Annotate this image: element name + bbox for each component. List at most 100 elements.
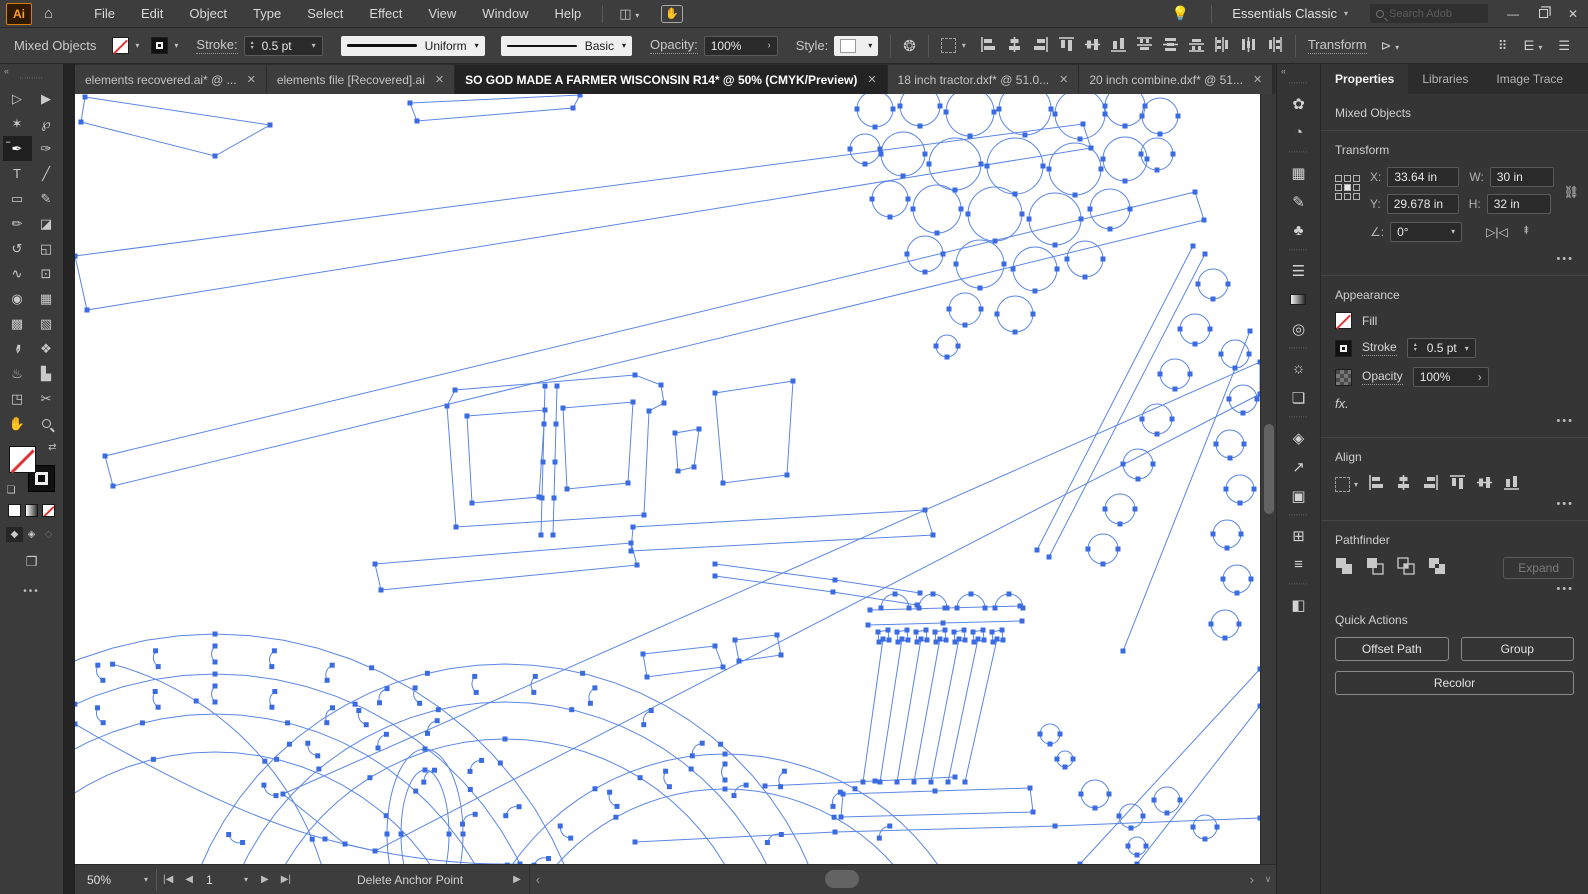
align-left-icon[interactable] bbox=[980, 36, 997, 56]
align-top-icon[interactable] bbox=[1449, 474, 1466, 494]
document-tab-3[interactable]: 18 inch tractor.dxf* @ 51.0...✕ bbox=[888, 65, 1080, 94]
menu-window[interactable]: Window bbox=[469, 1, 541, 26]
scroll-down-icon[interactable]: ∨ bbox=[1260, 874, 1276, 885]
appearance-fill-swatch[interactable] bbox=[1335, 312, 1352, 329]
snap-options-icon[interactable]: ⊳ ▾ bbox=[1373, 38, 1408, 54]
magic-wand-tool[interactable]: ✶ bbox=[3, 111, 32, 136]
horizontal-scroll-track[interactable] bbox=[546, 865, 1244, 894]
zoom-level-dropdown[interactable]: 50% ▾ bbox=[79, 869, 157, 891]
none-button[interactable] bbox=[42, 504, 55, 517]
align-to-selection-icon[interactable] bbox=[941, 38, 956, 53]
minimize-button[interactable]: — bbox=[1498, 0, 1528, 27]
fill-color-swatch[interactable] bbox=[9, 446, 36, 473]
transparency-icon[interactable]: ◎ bbox=[1289, 314, 1308, 343]
shaper-tool[interactable]: ✏ bbox=[3, 211, 32, 236]
panel-arrow-icon[interactable]: › bbox=[1478, 370, 1482, 384]
align-bottom-icon[interactable] bbox=[1110, 36, 1127, 56]
slice-tool[interactable]: ✂ bbox=[32, 386, 61, 411]
stepper-icon[interactable]: ▴▾ bbox=[1414, 343, 1419, 353]
distribute-vertical-center-icon[interactable] bbox=[1162, 36, 1179, 56]
default-fill-stroke-icon[interactable]: ❏ bbox=[7, 485, 16, 496]
opacity-field[interactable]: 100% › bbox=[704, 36, 778, 56]
panel-group-grip[interactable]: '''''''' bbox=[1289, 515, 1308, 521]
curvature-tool[interactable]: ✑ bbox=[32, 136, 61, 161]
status-display[interactable]: Delete Anchor Point bbox=[357, 873, 463, 887]
width-tool[interactable]: ∿ bbox=[3, 261, 32, 286]
status-menu-arrow-icon[interactable]: ▶ bbox=[513, 874, 521, 885]
align-more-options-icon[interactable]: ••• bbox=[1335, 498, 1574, 510]
width-profile-dropdown[interactable]: Uniform ▾ bbox=[341, 36, 485, 56]
appearance-stroke-weight-field[interactable]: ▴▾ 0.5 pt ▾ bbox=[1407, 338, 1476, 358]
pathfinder-exclude-icon[interactable] bbox=[1428, 557, 1447, 579]
stepper-icon[interactable]: ▴▾ bbox=[251, 41, 256, 51]
symbol-sprayer-tool[interactable]: ♨ bbox=[3, 361, 32, 386]
color-panel-icon[interactable]: ✿ bbox=[1289, 89, 1308, 118]
menu-view[interactable]: View bbox=[415, 1, 469, 26]
flip-horizontal-icon[interactable]: ▷|◁ bbox=[1486, 225, 1508, 239]
distribute-horizontal-center-icon[interactable] bbox=[1240, 36, 1257, 56]
free-transform-tool[interactable]: ⊡ bbox=[32, 261, 61, 286]
group-button[interactable]: Group bbox=[1461, 637, 1575, 661]
chevron-down-icon[interactable]: ▾ bbox=[312, 41, 316, 50]
pen-tool[interactable]: ✒− bbox=[3, 136, 32, 161]
graphic-styles-icon[interactable]: ❏ bbox=[1289, 383, 1308, 412]
color-button[interactable] bbox=[8, 504, 21, 517]
align-right-icon[interactable] bbox=[1032, 36, 1049, 56]
line-segment-tool[interactable]: ╱ bbox=[32, 161, 61, 186]
draw-normal-button[interactable]: ◆ bbox=[6, 527, 23, 542]
stroke-label[interactable]: Stroke bbox=[1362, 340, 1397, 356]
close-tab-icon[interactable]: ✕ bbox=[1059, 73, 1068, 86]
menu-object[interactable]: Object bbox=[176, 1, 240, 26]
mesh-tool[interactable]: ▩ bbox=[3, 311, 32, 336]
align-bottom-icon[interactable] bbox=[1503, 474, 1520, 494]
w-field[interactable]: 30 in bbox=[1490, 167, 1554, 187]
transform-link[interactable]: Transform bbox=[1308, 37, 1367, 54]
asset-export-icon[interactable]: ↗ bbox=[1289, 452, 1308, 481]
close-tab-icon[interactable]: ✕ bbox=[247, 73, 256, 86]
panel-group-grip[interactable]: '''''''' bbox=[1289, 348, 1308, 354]
snap-to-pixel-icon[interactable]: ⋿ ▾ bbox=[1523, 38, 1542, 54]
discover-lightbulb-icon[interactable]: 💡 bbox=[1158, 5, 1203, 22]
offset-path-button[interactable]: Offset Path bbox=[1335, 637, 1449, 661]
share-screen-icon[interactable]: ✋ bbox=[661, 5, 683, 23]
gradient-panel-icon[interactable] bbox=[1289, 285, 1308, 314]
first-artboard-icon[interactable]: |◀ bbox=[157, 874, 179, 885]
rotation-field[interactable]: 0° ▾ bbox=[1390, 222, 1462, 242]
close-tab-icon[interactable]: ✕ bbox=[435, 73, 444, 86]
toolbar-grip[interactable]: '''''''''' bbox=[20, 78, 43, 83]
appearance-opacity-field[interactable]: 100% › bbox=[1413, 367, 1489, 387]
hand-tool[interactable]: ✋ bbox=[3, 411, 32, 436]
home-icon[interactable]: ⌂ bbox=[44, 5, 53, 22]
shape-builder-tool[interactable]: ◉ bbox=[3, 286, 32, 311]
horizontal-scrollbar[interactable]: ‹ › ∨ bbox=[529, 865, 1276, 894]
scroll-right-icon[interactable]: › bbox=[1244, 872, 1260, 887]
align-panel-icon[interactable]: ≡ bbox=[1289, 550, 1308, 579]
appearance-stroke-swatch[interactable] bbox=[1335, 340, 1352, 357]
artboards-icon[interactable]: ▣ bbox=[1289, 481, 1308, 510]
paintbrush-tool[interactable]: ✎ bbox=[32, 186, 61, 211]
artboard-canvas[interactable] bbox=[75, 94, 1260, 864]
pathfinder-intersect-icon[interactable] bbox=[1397, 557, 1416, 579]
vertical-scrollbar-thumb[interactable] bbox=[1264, 424, 1274, 514]
eyedropper-tool[interactable]: ✒ bbox=[3, 336, 32, 361]
distribute-bottom-icon[interactable] bbox=[1188, 36, 1205, 56]
chevron-down-icon[interactable]: ▾ bbox=[1465, 344, 1469, 353]
control-menu-icon[interactable]: ☰ bbox=[1558, 38, 1570, 54]
rotate-tool[interactable]: ↺ bbox=[3, 236, 32, 261]
expand-panels-icon[interactable]: « bbox=[1277, 64, 1290, 78]
document-tab-0[interactable]: elements recovered.ai* @ ...✕ bbox=[75, 65, 267, 94]
close-tab-icon[interactable]: ✕ bbox=[1253, 73, 1262, 86]
menu-type[interactable]: Type bbox=[240, 1, 294, 26]
screen-mode-button[interactable]: ❐ bbox=[26, 554, 38, 570]
perspective-grid-tool[interactable]: ▦ bbox=[32, 286, 61, 311]
pathfinder-minus-front-icon[interactable] bbox=[1366, 557, 1385, 579]
fill-swatch[interactable] bbox=[112, 37, 129, 54]
appearance-opacity-swatch[interactable] bbox=[1335, 369, 1352, 386]
column-graph-tool[interactable]: ▙ bbox=[32, 361, 61, 386]
panel-group-grip[interactable]: '''''''' bbox=[1289, 417, 1308, 423]
opacity-label[interactable]: Opacity: bbox=[650, 37, 698, 54]
restore-button[interactable] bbox=[1528, 0, 1558, 27]
y-field[interactable]: 29.678 in bbox=[1387, 194, 1459, 214]
menu-effect[interactable]: Effect bbox=[356, 1, 415, 26]
document-tab-1[interactable]: elements file [Recovered].ai✕ bbox=[267, 65, 455, 94]
